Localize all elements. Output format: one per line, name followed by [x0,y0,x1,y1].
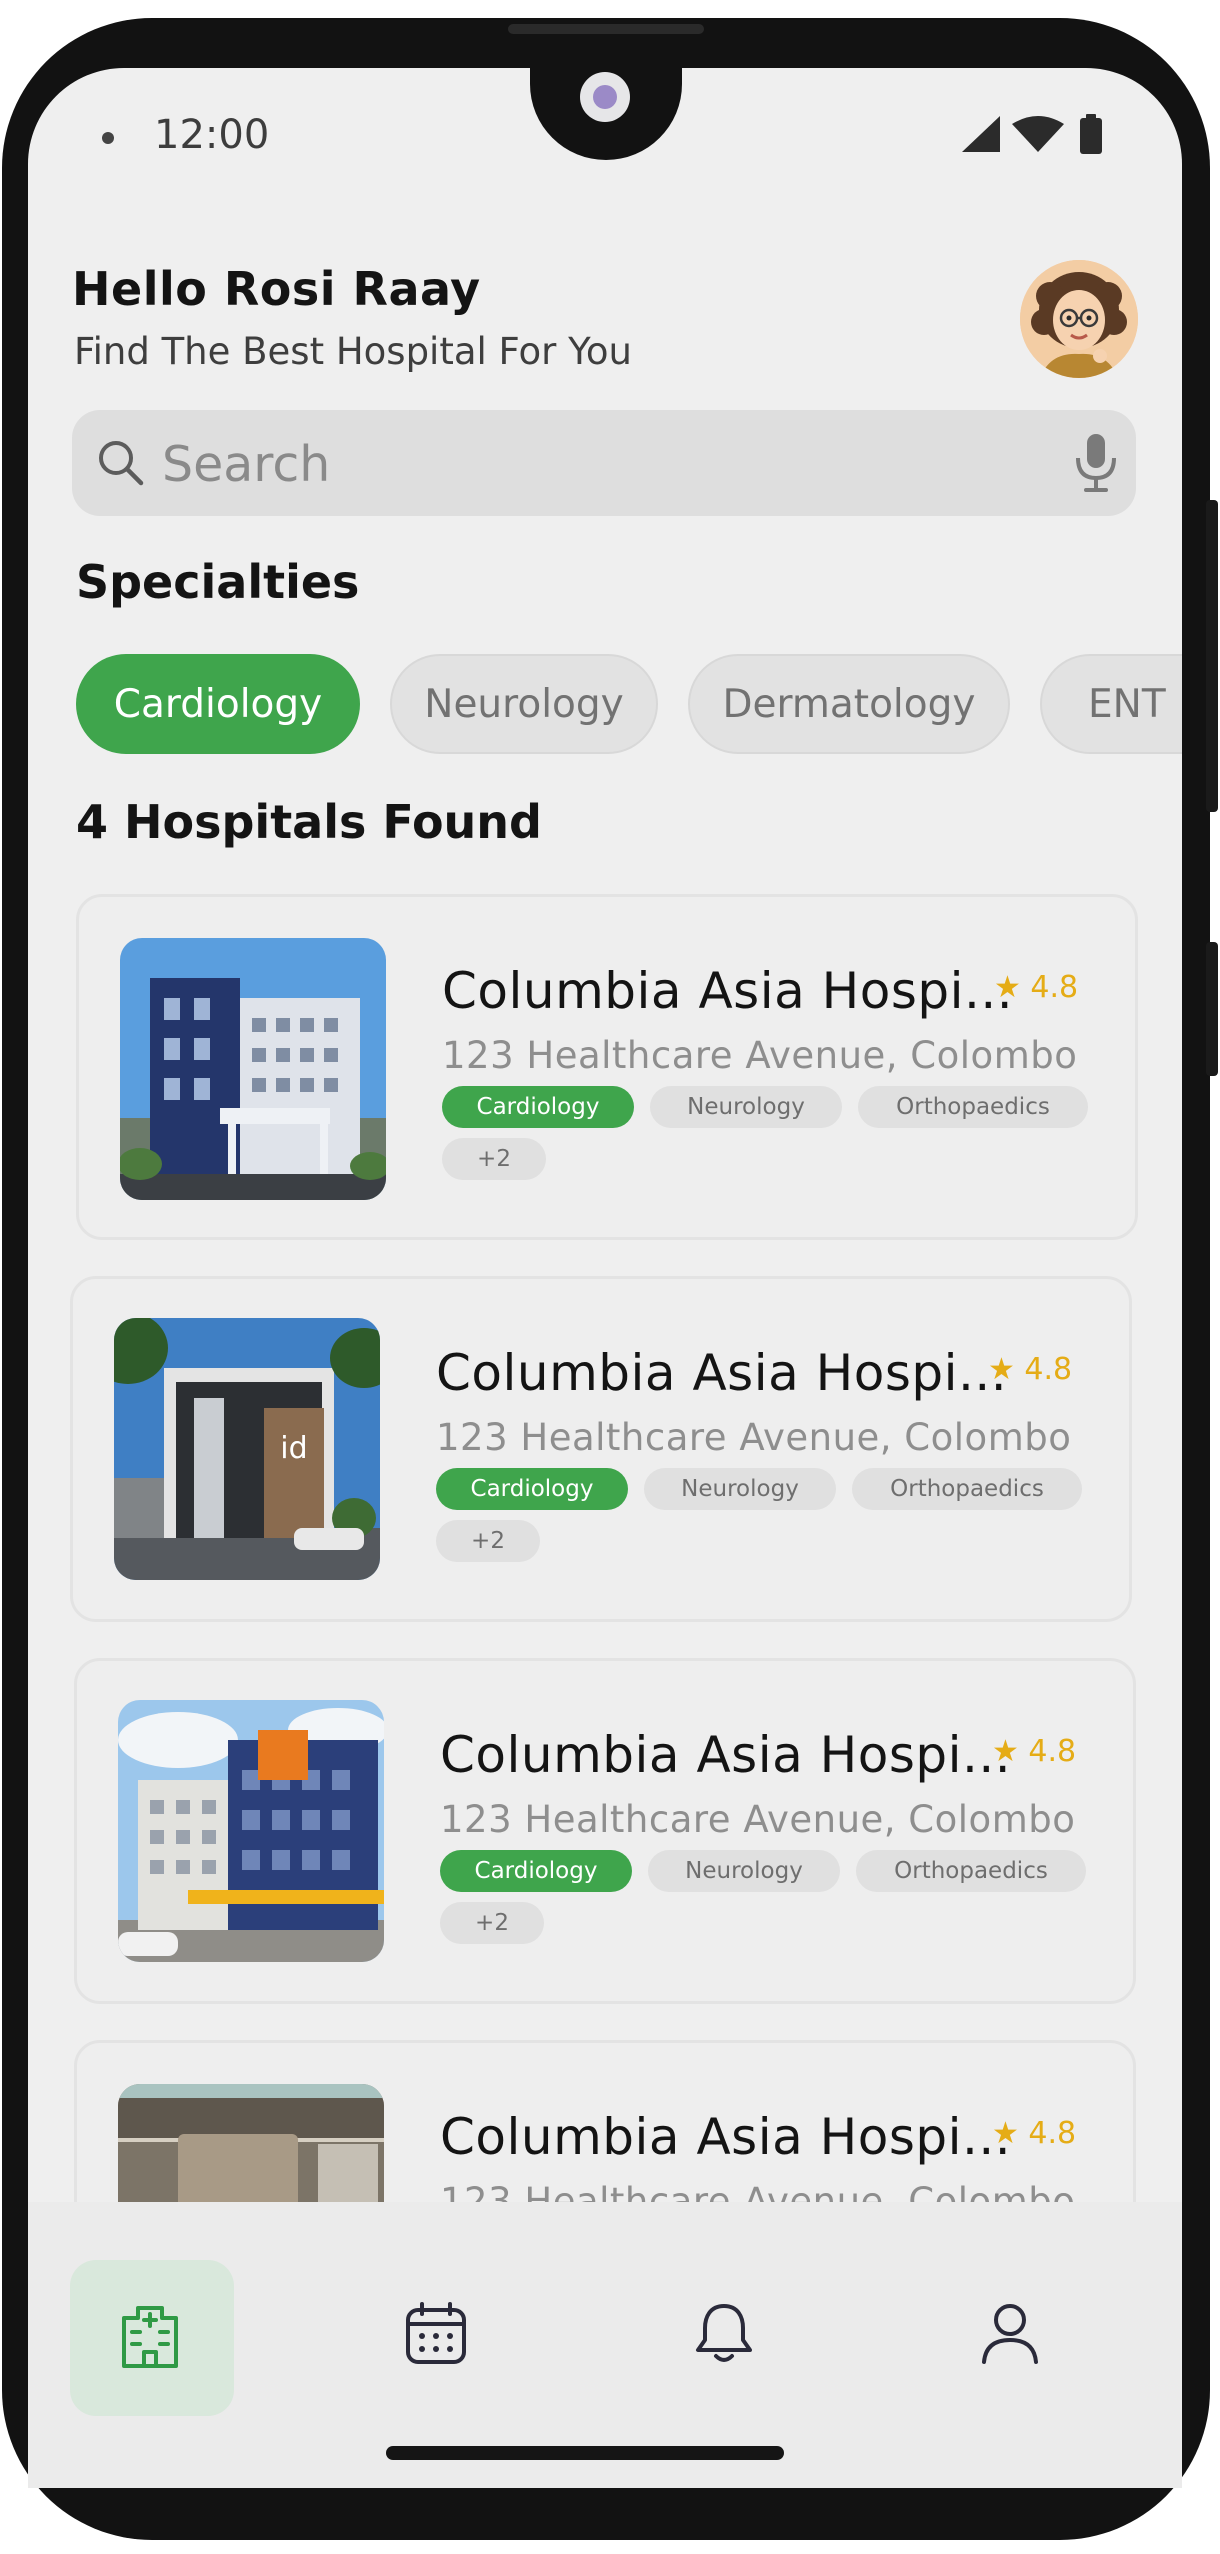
hospital-address: 123 Healthcare Avenue, Colombo [436,1416,1072,1459]
chip-cardiology[interactable]: Cardiology [76,654,360,754]
hospital-address: 123 Healthcare Avenue, Colombo [440,1798,1076,1841]
hospital-name: Columbia Asia Hospi... [440,2108,1012,2166]
status-dot [102,132,114,144]
hospital-name: Columbia Asia Hospi... [436,1344,1008,1402]
hospital-address: 123 Healthcare Avenue, Colombo [440,2180,1076,2202]
hospital-rating: ★ 4.8 [992,2116,1077,2151]
hospital-image [120,938,386,1200]
search-input[interactable] [160,422,1044,506]
hospital-icon [122,2306,178,2368]
tag-cardiology: Cardiology [442,1086,634,1128]
tag-orthopaedics: Orthopaedics [852,1468,1082,1510]
hospital-image [118,2084,384,2202]
cellular-icon [962,116,1000,152]
tag-cardiology: Cardiology [440,1850,632,1892]
specialties-heading: Specialties [76,555,360,609]
wifi-icon [1012,116,1064,152]
results-count: 4 Hospitals Found [76,795,542,849]
home-indicator[interactable] [386,2446,784,2460]
battery-icon [1080,114,1102,154]
side-button-volume [1206,500,1218,812]
hospital-address: 123 Healthcare Avenue, Colombo [442,1034,1078,1077]
hospital-rating: ★ 4.8 [992,1734,1077,1769]
hospital-name: Columbia Asia Hospi... [440,1726,1012,1784]
chip-dermatology[interactable]: Dermatology [688,654,1010,754]
earpiece-speaker [508,24,704,34]
tag-more: +2 [440,1902,544,1944]
tag-neurology: Neurology [644,1468,836,1510]
hospital-image [118,1700,384,1962]
front-camera [580,72,630,122]
bell-icon[interactable] [692,2300,756,2366]
chip-ent[interactable]: ENT [1040,654,1182,754]
hospital-name: Columbia Asia Hospi... [442,962,1014,1020]
hospital-rating: ★ 4.8 [994,970,1079,1005]
tag-neurology: Neurology [650,1086,842,1128]
tag-more: +2 [442,1138,546,1180]
avatar-illustration [1020,260,1138,378]
search-icon [99,441,144,486]
chip-neurology[interactable]: Neurology [390,654,658,754]
tag-orthopaedics: Orthopaedics [858,1086,1088,1128]
hospital-list-clip: Columbia Asia Hospi... ★ 4.8 123 Healthc… [28,2040,1182,2202]
tag-neurology: Neurology [648,1850,840,1892]
hospital-rating: ★ 4.8 [988,1352,1073,1387]
greeting-subtitle: Find The Best Hospital For You [74,330,632,373]
greeting-title: Hello Rosi Raay [72,262,481,316]
hospital-image: id [114,1318,380,1580]
tag-more: +2 [436,1520,540,1562]
status-time: 12:00 [154,112,270,158]
profile-icon[interactable] [978,2300,1042,2366]
calendar-icon[interactable] [404,2300,468,2366]
tag-cardiology: Cardiology [436,1468,628,1510]
user-avatar[interactable] [1020,260,1138,378]
status-icons [962,114,1102,154]
svg-text:id: id [280,1431,307,1466]
tag-orthopaedics: Orthopaedics [856,1850,1086,1892]
side-button-power [1206,942,1218,1076]
microphone-icon[interactable] [1072,432,1120,494]
